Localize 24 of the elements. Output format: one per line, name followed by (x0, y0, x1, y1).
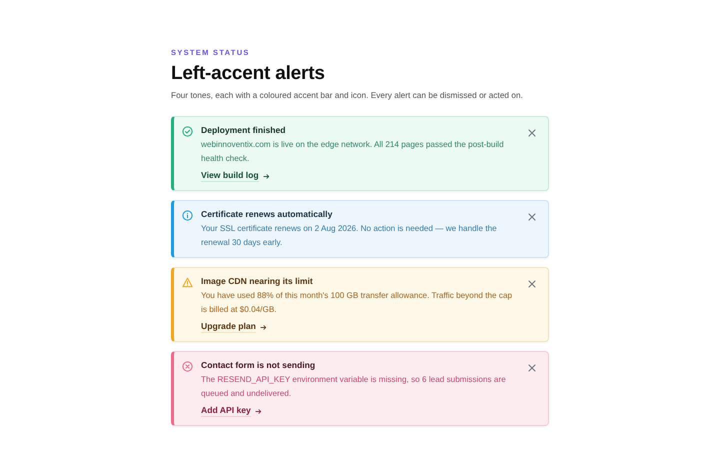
arrow-right-icon (262, 172, 270, 180)
close-button[interactable] (526, 211, 538, 223)
alert-title: Deployment finished (201, 125, 287, 136)
page-title: Left-accent alerts (171, 63, 326, 85)
alert-message: Your SSL certificate renews on 2 Aug 2026. No action is needed — we handle the renewal 30 days early. (201, 223, 498, 249)
warning-icon (182, 277, 193, 288)
alert-message: You have used 88% of this month's 100 GB transfer allowance. Traffic beyond the cap is billed at $0.04/GB. (201, 290, 514, 316)
arrow-right-icon (254, 408, 262, 414)
close-button[interactable] (526, 362, 538, 374)
close-button[interactable] (526, 278, 538, 290)
close-button[interactable] (526, 127, 538, 139)
check-circle-icon (182, 126, 193, 137)
action-link[interactable]: View build log (201, 170, 259, 182)
page-subtitle: Four tones, each with a coloured accent bar and icon. Every alert can be dismissed or acted on. (171, 90, 524, 100)
info-icon (182, 210, 193, 221)
alert-title: Image CDN nearing its limit (201, 276, 314, 287)
alert-message: webinnoventix.com is live on the edge network. All 214 pages passed the post-build health check. (201, 139, 505, 164)
alert-title: Contact form is not sending (201, 360, 316, 371)
alert-title: Certificate renews automatically (201, 209, 334, 220)
action-link[interactable]: Upgrade plan (201, 321, 256, 333)
alert-message: The RESEND_API_KEY environment variable is missing, so 6 lead submissions are queued and undelivered. (201, 374, 507, 400)
error-icon (182, 361, 193, 372)
arrow-right-icon (260, 324, 267, 330)
action-link[interactable]: Add API key (201, 405, 251, 417)
